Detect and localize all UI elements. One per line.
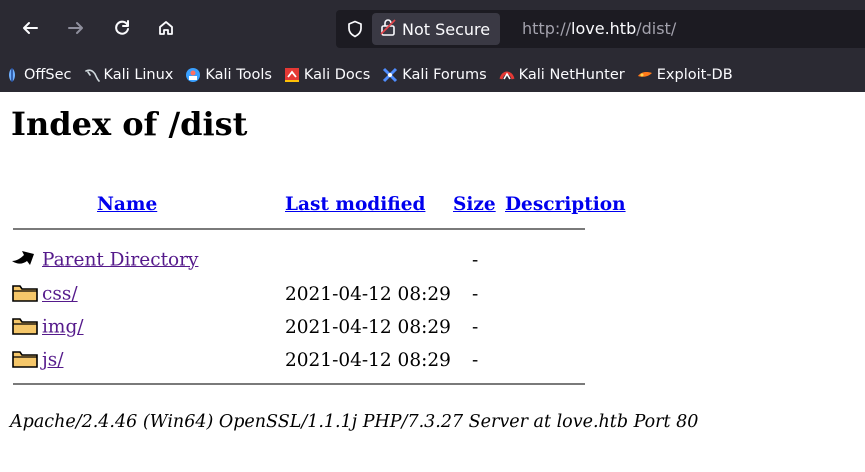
back-arrow-icon xyxy=(10,247,40,274)
reload-button[interactable] xyxy=(110,16,134,40)
size-cell: - xyxy=(472,350,479,371)
url-host: love.htb xyxy=(571,19,637,38)
folder-link-css[interactable]: css/ xyxy=(42,284,78,305)
insecure-lock-icon xyxy=(380,18,396,40)
size-cell: - xyxy=(472,249,479,271)
bookmark-kali-nethunter[interactable]: Kali NetHunter xyxy=(499,67,625,83)
bookmark-kali-tools[interactable]: Kali Tools xyxy=(185,67,272,83)
parent-directory-link[interactable]: Parent Directory xyxy=(42,249,198,270)
footer-divider xyxy=(13,383,585,385)
bookmark-label: Kali Linux xyxy=(103,67,174,83)
folder-icon xyxy=(10,281,40,308)
folder-link-js[interactable]: js/ xyxy=(42,350,63,371)
bookmark-label: Kali Docs xyxy=(303,67,371,83)
offsec-icon xyxy=(4,67,20,83)
server-signature: Apache/2.4.46 (Win64) OpenSSL/1.1.1j PHP… xyxy=(10,412,699,432)
bookmark-label: Kali NetHunter xyxy=(518,67,625,83)
icon-column-header xyxy=(10,186,41,222)
kali-forums-icon xyxy=(382,67,398,83)
bookmark-offsec[interactable]: OffSec xyxy=(4,67,72,83)
size-cell: - xyxy=(472,284,479,305)
home-icon xyxy=(157,19,175,37)
kali-nethunter-icon xyxy=(499,67,515,83)
size-column-header: Size xyxy=(453,186,505,222)
table-row: img/ 2021-04-12 08:29 - xyxy=(10,311,626,344)
description-cell xyxy=(505,311,626,344)
url-text[interactable]: http://love.htb/dist/ xyxy=(522,19,676,38)
forward-arrow-icon xyxy=(67,19,85,37)
bookmark-kali-docs[interactable]: Kali Docs xyxy=(284,67,370,83)
sort-by-description-link[interactable]: Description xyxy=(505,194,626,215)
table-row: css/ 2021-04-12 08:29 - xyxy=(10,278,626,311)
modified-cell: 2021-04-12 08:29 xyxy=(285,284,451,305)
name-cell: css/ xyxy=(10,278,285,311)
folder-icon xyxy=(10,314,40,341)
bookmark-kali-forums[interactable]: Kali Forums xyxy=(382,67,487,83)
bookmark-exploit-db[interactable]: Exploit-DB xyxy=(637,67,733,83)
exploit-db-icon xyxy=(637,67,653,83)
table-header-row: Name Last modified Size Description xyxy=(10,186,626,222)
bookmarks-toolbar: OffSec Kali Linux Kali Tools Kali Docs K… xyxy=(0,58,865,92)
reload-icon xyxy=(113,19,131,37)
kali-dragon-icon xyxy=(84,67,100,83)
address-bar[interactable]: Not Secure http://love.htb/dist/ xyxy=(336,10,865,48)
header-divider xyxy=(13,228,585,230)
description-cell xyxy=(505,344,626,377)
home-button[interactable] xyxy=(154,16,178,40)
site-security-indicator[interactable]: Not Secure xyxy=(372,13,501,45)
name-cell: js/ xyxy=(10,344,285,377)
description-column-header: Description xyxy=(505,186,626,222)
tracking-protection-shield-icon[interactable] xyxy=(344,18,366,40)
url-scheme: http:// xyxy=(522,19,572,38)
name-column-header: Name xyxy=(41,186,285,222)
parent-directory-cell: Parent Directory xyxy=(10,242,285,278)
modified-cell: 2021-04-12 08:29 xyxy=(285,317,451,338)
modified-column-header: Last modified xyxy=(285,186,453,222)
table-row: js/ 2021-04-12 08:29 - xyxy=(10,344,626,377)
name-cell: img/ xyxy=(10,311,285,344)
folder-icon xyxy=(10,347,40,374)
bookmark-label: Exploit-DB xyxy=(656,67,733,83)
bookmark-label: OffSec xyxy=(24,67,72,83)
sort-by-name-link[interactable]: Name xyxy=(97,194,157,215)
back-arrow-icon xyxy=(21,19,39,37)
directory-listing-table: Name Last modified Size Description Pare… xyxy=(10,186,626,393)
description-cell xyxy=(505,242,626,278)
page-content: Index of /dist Name Last modified Size D… xyxy=(0,104,865,472)
size-cell: - xyxy=(472,317,479,338)
description-cell xyxy=(505,278,626,311)
kali-docs-icon xyxy=(284,67,300,83)
sort-by-last-modified-link[interactable]: Last modified xyxy=(285,194,425,215)
back-button[interactable] xyxy=(18,16,42,40)
navigation-toolbar: Not Secure http://love.htb/dist/ xyxy=(0,0,865,58)
bookmark-label: Kali Forums xyxy=(402,67,487,83)
forward-button[interactable] xyxy=(64,16,88,40)
modified-cell xyxy=(285,242,453,278)
table-row: Parent Directory - xyxy=(10,242,626,278)
bookmark-kali-linux[interactable]: Kali Linux xyxy=(84,67,174,83)
modified-cell: 2021-04-12 08:29 xyxy=(285,350,451,371)
bookmark-label: Kali Tools xyxy=(205,67,272,83)
url-path: /dist/ xyxy=(636,19,677,38)
not-secure-label: Not Secure xyxy=(402,19,491,39)
browser-chrome: Not Secure http://love.htb/dist/ OffSec … xyxy=(0,0,865,92)
folder-link-img[interactable]: img/ xyxy=(42,317,84,338)
page-title: Index of /dist xyxy=(11,105,248,143)
kali-tools-icon xyxy=(185,67,201,83)
sort-by-size-link[interactable]: Size xyxy=(453,194,496,215)
